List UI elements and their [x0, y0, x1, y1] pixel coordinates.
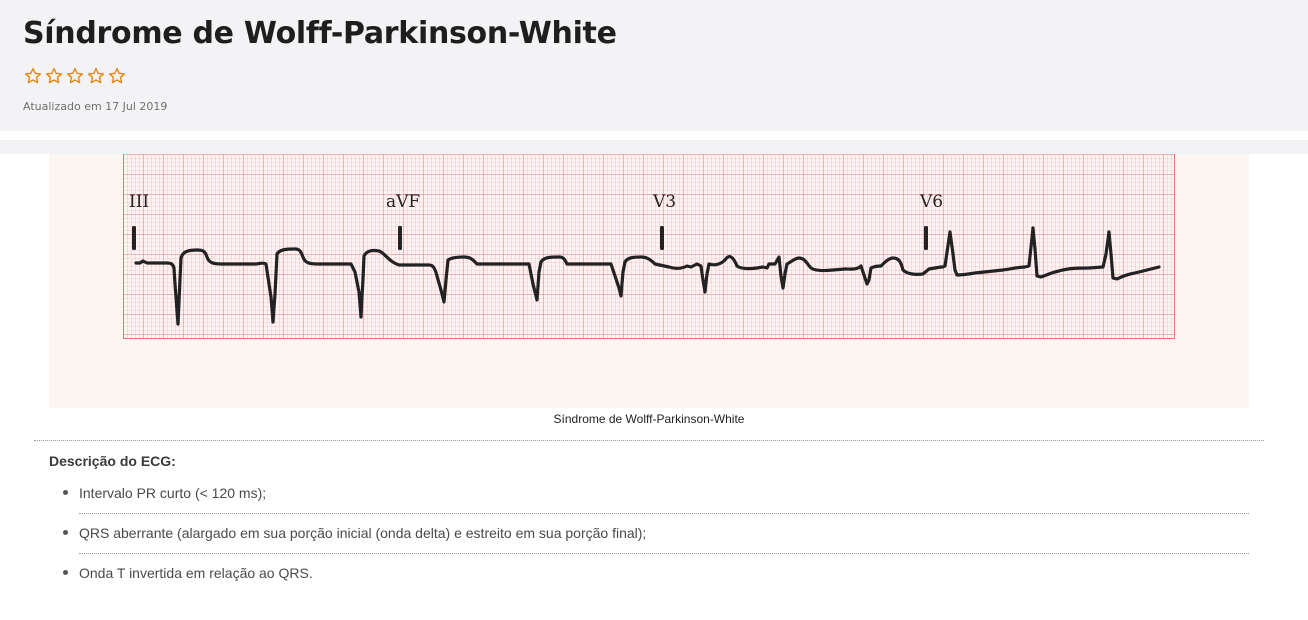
lead-label-v3: V3	[652, 192, 676, 212]
ecg-image: III aVF V3 V6	[123, 154, 1175, 339]
lead-label-v6: V6	[919, 192, 943, 212]
content-divider	[34, 440, 1264, 441]
star-rating[interactable]	[24, 67, 126, 85]
description-list: Intervalo PR curto (< 120 ms); QRS aberr…	[63, 474, 1249, 594]
star-icon[interactable]	[87, 67, 105, 85]
list-item: QRS aberrante (alargado em sua porção in…	[63, 514, 1249, 554]
star-icon[interactable]	[108, 67, 126, 85]
article-header: Síndrome de Wolff-Parkinson-White Atuali…	[0, 0, 1308, 131]
lead-label-avf: aVF	[386, 192, 420, 212]
list-item: Onda T invertida em relação ao QRS.	[63, 554, 1249, 594]
page-title: Síndrome de Wolff-Parkinson-White	[23, 16, 617, 51]
section-divider	[0, 140, 1308, 154]
description-title: Descrição do ECG:	[49, 453, 176, 469]
list-item-text: Onda T invertida em relação ao QRS.	[79, 565, 313, 581]
star-icon[interactable]	[45, 67, 63, 85]
list-item-text: Intervalo PR curto (< 120 ms);	[79, 485, 267, 501]
star-icon[interactable]	[24, 67, 42, 85]
updated-date: Atualizado em 17 Jul 2019	[23, 100, 168, 113]
list-item-text: QRS aberrante (alargado em sua porção in…	[79, 525, 647, 541]
list-item: Intervalo PR curto (< 120 ms);	[63, 474, 1249, 514]
lead-label-iii: III	[129, 192, 149, 212]
bullet-icon	[63, 530, 68, 535]
figure-caption: Síndrome de Wolff-Parkinson-White	[553, 412, 745, 426]
bullet-icon	[63, 490, 68, 495]
bullet-icon	[63, 570, 68, 575]
star-icon[interactable]	[66, 67, 84, 85]
